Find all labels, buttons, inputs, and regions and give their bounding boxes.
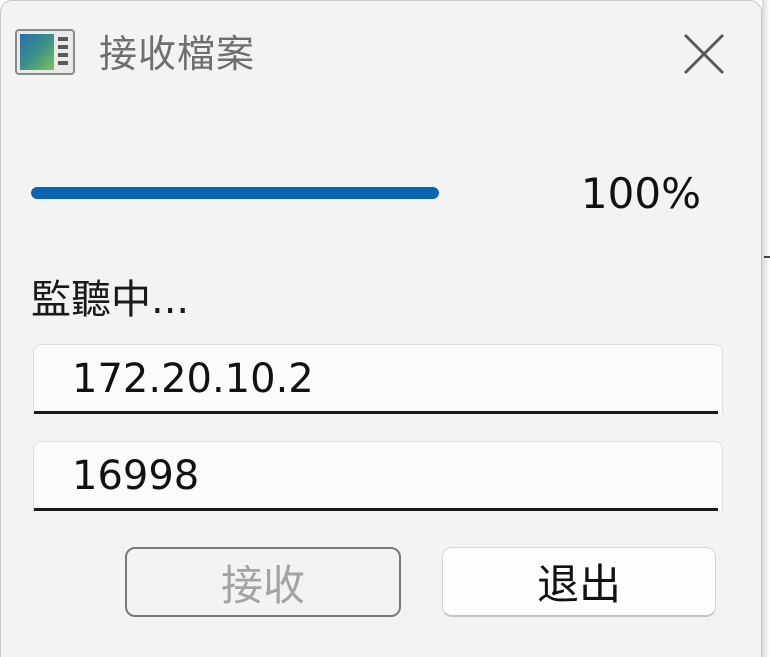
- ip-field[interactable]: [33, 344, 723, 414]
- app-window-icon: [15, 29, 75, 75]
- port-input[interactable]: [72, 450, 672, 502]
- exit-button[interactable]: 退出: [442, 547, 716, 617]
- receive-button[interactable]: 接收: [125, 547, 401, 617]
- ip-input[interactable]: [72, 353, 672, 405]
- progress-fill: [31, 187, 439, 199]
- progress-percent: 100%: [580, 169, 701, 218]
- receive-file-dialog: 接收檔案 100% 監聽中... 接收 退出: [0, 0, 762, 657]
- progress-bar: [31, 187, 439, 199]
- close-button[interactable]: [669, 21, 739, 87]
- window-edge-shadow: [762, 0, 770, 657]
- close-icon: [683, 33, 725, 75]
- status-label: 監聽中...: [31, 277, 190, 323]
- title-bar[interactable]: 接收檔案: [1, 1, 761, 101]
- window-title: 接收檔案: [99, 32, 256, 76]
- background-edge-mark: [764, 256, 770, 258]
- port-field[interactable]: [33, 441, 723, 511]
